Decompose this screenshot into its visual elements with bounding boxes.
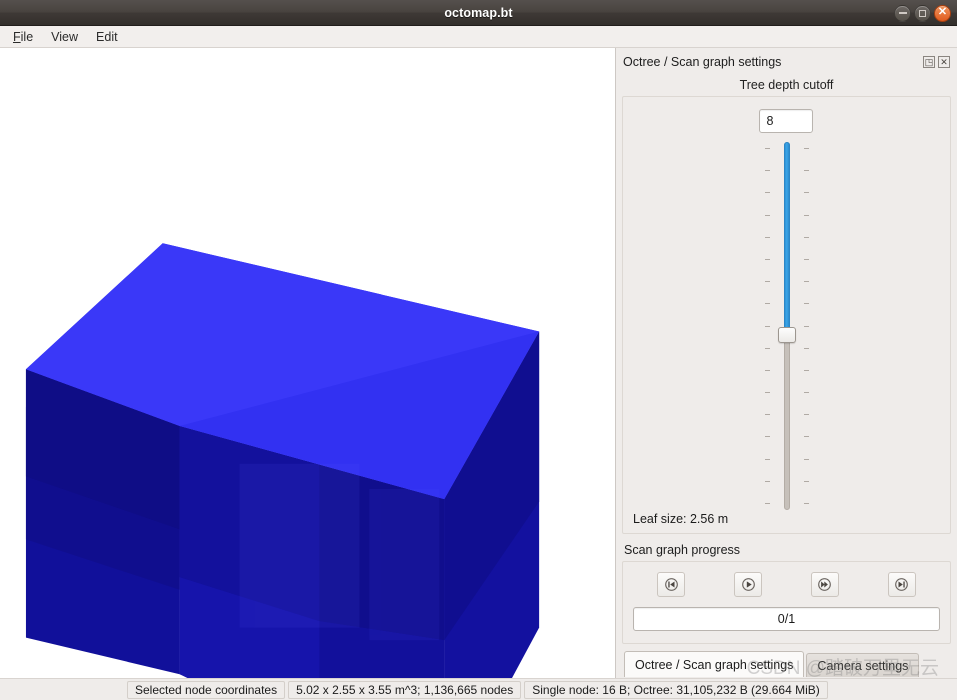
scan-graph-controls bbox=[633, 572, 940, 597]
step-forward-icon bbox=[818, 578, 832, 591]
skip-forward-icon bbox=[895, 578, 908, 591]
status-bar: Selected node coordinates 5.02 x 2.55 x … bbox=[0, 678, 957, 700]
menu-file-mnemonic: F bbox=[13, 29, 21, 44]
status-map-dimensions: 5.02 x 2.55 x 3.55 m^3; 1,136,665 nodes bbox=[288, 680, 522, 699]
panel-close-icon[interactable]: ✕ bbox=[938, 56, 950, 68]
voxel-texture bbox=[239, 463, 440, 641]
settings-dock: Octree / Scan graph settings ◳ ✕ Tree de… bbox=[616, 48, 957, 678]
skip-back-icon bbox=[665, 578, 678, 591]
menu-file-label: ile bbox=[20, 29, 34, 44]
skip-to-start-button[interactable] bbox=[657, 572, 686, 597]
minimize-button[interactable] bbox=[894, 4, 911, 22]
application-window: octomap.bt ✕ File View Edit Octree / Sca… bbox=[0, 0, 957, 700]
dock-tabs: Octree / Scan graph settings Camera sett… bbox=[622, 651, 951, 677]
dock-header-icons: ◳ ✕ bbox=[923, 56, 950, 68]
status-selected-node-coordinates: Selected node coordinates bbox=[127, 680, 286, 699]
title-bar: octomap.bt ✕ bbox=[0, 0, 957, 26]
tab-camera-settings[interactable]: Camera settings bbox=[806, 653, 920, 677]
slider-handle[interactable] bbox=[777, 327, 796, 344]
menu-view[interactable]: View bbox=[42, 28, 87, 46]
scan-graph-title: Scan graph progress bbox=[624, 543, 741, 557]
tab-octree-scan-graph-settings[interactable]: Octree / Scan graph settings bbox=[624, 651, 805, 677]
dock-header: Octree / Scan graph settings ◳ ✕ bbox=[622, 51, 951, 73]
window-controls: ✕ bbox=[894, 0, 951, 26]
menu-bar: File View Edit bbox=[0, 26, 957, 48]
play-icon bbox=[741, 578, 755, 591]
octree-render bbox=[25, 243, 540, 678]
menu-file[interactable]: File bbox=[4, 28, 42, 46]
slider-fill bbox=[783, 142, 790, 336]
skip-to-end-button[interactable] bbox=[887, 572, 916, 597]
leaf-size-label: Leaf size: 2.56 m bbox=[633, 512, 729, 526]
menu-edit[interactable]: Edit bbox=[87, 28, 127, 46]
play-button[interactable] bbox=[734, 572, 763, 597]
float-icon[interactable]: ◳ bbox=[923, 56, 935, 68]
scan-graph-groupbox: 0/1 bbox=[622, 561, 951, 644]
close-icon: ✕ bbox=[937, 6, 948, 18]
step-forward-button[interactable] bbox=[810, 572, 839, 597]
maximize-button[interactable] bbox=[914, 4, 931, 22]
3d-viewport[interactable] bbox=[0, 48, 616, 678]
maximize-icon bbox=[919, 9, 926, 17]
tree-depth-title: Tree depth cutoff bbox=[739, 78, 834, 92]
main-body: Octree / Scan graph settings ◳ ✕ Tree de… bbox=[0, 48, 957, 678]
close-button[interactable]: ✕ bbox=[934, 4, 951, 22]
scan-progress-field[interactable]: 0/1 bbox=[633, 607, 940, 631]
tree-depth-slider[interactable] bbox=[757, 142, 817, 510]
window-title: octomap.bt bbox=[444, 5, 513, 20]
status-memory-usage: Single node: 16 B; Octree: 31,105,232 B … bbox=[524, 680, 828, 699]
tree-depth-spinbox[interactable]: 8 bbox=[758, 109, 813, 133]
minimize-icon bbox=[898, 12, 907, 14]
tree-depth-groupbox: 8 Leaf size: 2.56 m bbox=[622, 96, 951, 534]
dock-title: Octree / Scan graph settings bbox=[623, 55, 782, 69]
